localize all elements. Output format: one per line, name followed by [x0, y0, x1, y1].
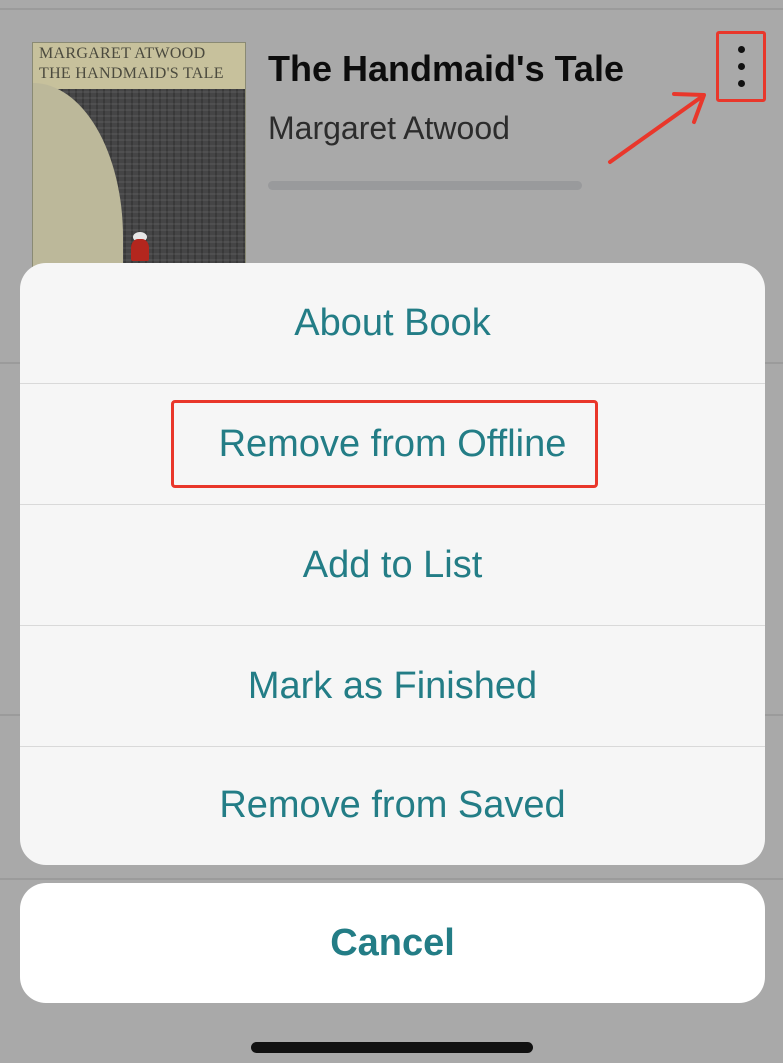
about-book-action[interactable]: About Book: [20, 263, 765, 383]
annotation-highlight-box: [171, 400, 598, 488]
book-action-sheet: About Book Remove from Offline Add to Li…: [20, 263, 765, 865]
remove-from-saved-action[interactable]: Remove from Saved: [20, 745, 765, 865]
home-indicator[interactable]: [251, 1042, 533, 1053]
cancel-button[interactable]: Cancel: [20, 883, 765, 1003]
add-to-list-action[interactable]: Add to List: [20, 505, 765, 625]
mark-as-finished-action[interactable]: Mark as Finished: [20, 626, 765, 746]
